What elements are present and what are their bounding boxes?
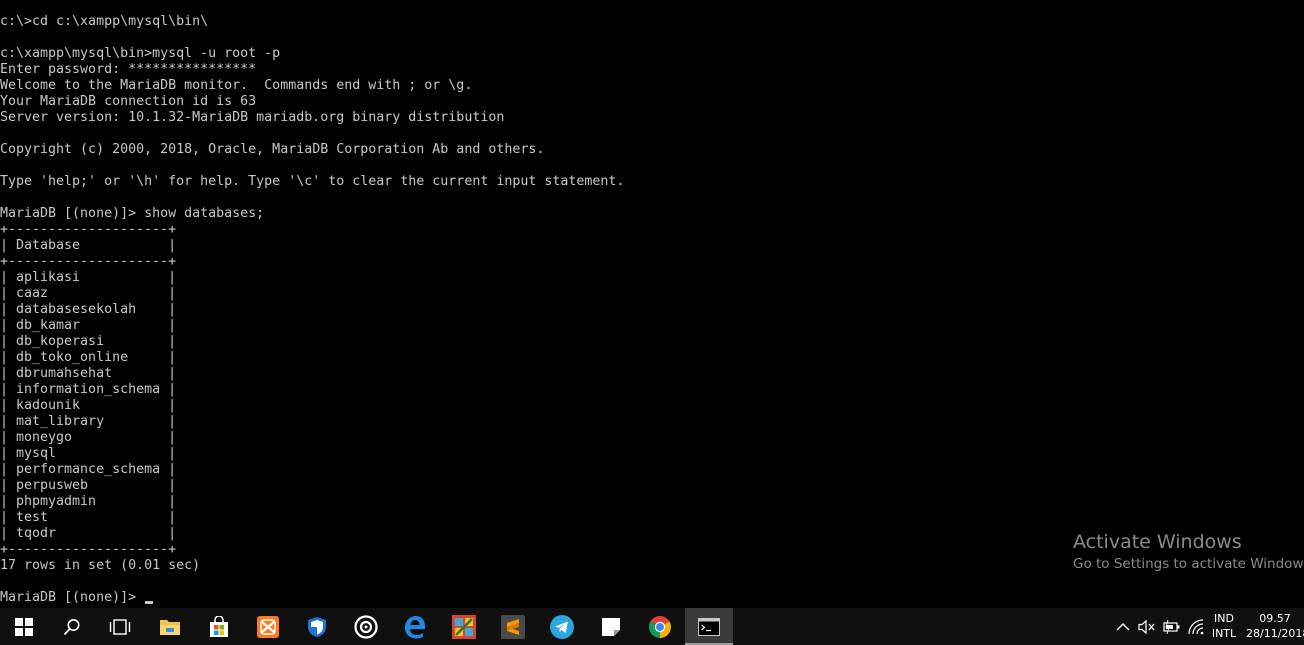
sticky-notes-button[interactable] xyxy=(587,608,635,645)
language-code: IND xyxy=(1214,612,1234,625)
console-line: | caaz | xyxy=(0,286,177,301)
watermark-subtitle: Go to Settings to activate Windows xyxy=(1073,556,1304,572)
battery-icon xyxy=(1163,619,1180,634)
console-line: Copyright (c) 2000, 2018, Oracle, MariaD… xyxy=(0,142,545,157)
console-line: | mysql | xyxy=(0,446,177,461)
console-line: MariaDB [(none)]> show databases; xyxy=(0,206,265,221)
media-player-button[interactable] xyxy=(342,608,390,645)
search-icon xyxy=(63,618,80,635)
console-line: | db_kamar | xyxy=(0,318,177,333)
taskbar: IND INTL 09.57 28/11/2018 xyxy=(0,608,1304,645)
console-line: Server version: 10.1.32-MariaDB mariadb.… xyxy=(0,110,505,125)
console-line: | Database | xyxy=(0,238,177,253)
windows-defender-button[interactable] xyxy=(293,608,341,645)
game-app-icon xyxy=(452,614,476,639)
edge-button[interactable] xyxy=(391,608,439,645)
task-view-icon xyxy=(109,618,131,635)
console-line: Your MariaDB connection id is 63 xyxy=(0,94,257,109)
console-line: 17 rows in set (0.01 sec) xyxy=(0,558,201,573)
console-line: | databasesekolah | xyxy=(0,302,177,317)
xampp-icon xyxy=(257,615,279,638)
console-line: | phpmyadmin | xyxy=(0,494,177,509)
search-button[interactable] xyxy=(48,608,96,645)
text-cursor xyxy=(145,601,154,604)
store-button[interactable] xyxy=(195,608,243,645)
speaker-muted-icon xyxy=(1138,619,1155,634)
show-hidden-icons-button[interactable] xyxy=(1112,608,1134,645)
start-windows-icon xyxy=(15,617,33,636)
chrome-icon xyxy=(649,615,671,638)
console-line: Welcome to the MariaDB monitor. Commands… xyxy=(0,78,473,93)
console-line: | tqodr | xyxy=(0,526,177,541)
command-prompt-window[interactable]: c:\>cd c:\xampp\mysql\bin\ c:\xampp\mysql… xyxy=(0,0,1304,608)
battery-button[interactable] xyxy=(1160,608,1184,645)
console-line: +--------------------+ xyxy=(0,254,177,269)
console-line: | moneygo | xyxy=(0,430,177,445)
sticky-notes-icon xyxy=(602,617,620,636)
console-prompt-line[interactable]: MariaDB [(none)]> xyxy=(0,590,624,606)
edge-icon xyxy=(405,615,425,638)
keyboard-layout: INTL xyxy=(1211,627,1237,640)
chrome-button[interactable] xyxy=(636,608,684,645)
command-prompt-button[interactable] xyxy=(685,608,733,645)
store-icon xyxy=(210,615,228,637)
game-app-button[interactable] xyxy=(440,608,488,645)
media-player-icon xyxy=(354,614,378,639)
console-line: | db_koperasi | xyxy=(0,334,177,349)
console-line: | mat_library | xyxy=(0,414,177,429)
sublime-text-button[interactable] xyxy=(489,608,537,645)
console-output: c:\>cd c:\xampp\mysql\bin\ c:\xampp\mysql… xyxy=(0,14,624,606)
telegram-button[interactable] xyxy=(538,608,586,645)
watermark-title: Activate Windows xyxy=(1073,531,1242,553)
console-line: c:\xampp\mysql\bin>mysql -u root -p xyxy=(0,46,281,61)
console-line: +--------------------+ xyxy=(0,542,177,557)
sublime-text-icon xyxy=(501,614,525,639)
console-line: | kadounik | xyxy=(0,398,177,413)
console-prompt: MariaDB [(none)]> xyxy=(0,590,145,605)
xampp-button[interactable] xyxy=(244,608,292,645)
console-line: | perpusweb | xyxy=(0,478,177,493)
console-line: | db_toko_online | xyxy=(0,350,177,365)
start-button[interactable] xyxy=(0,608,48,645)
console-line: | information_schema | xyxy=(0,382,177,397)
console-line: +--------------------+ xyxy=(0,222,177,237)
clock-time: 09.57 xyxy=(1259,612,1291,625)
console-line: | dbrumahsehat | xyxy=(0,366,177,381)
command-prompt-icon xyxy=(698,617,720,636)
network-button[interactable] xyxy=(1185,608,1207,645)
telegram-icon xyxy=(550,614,574,639)
task-view-button[interactable] xyxy=(96,608,144,645)
wifi-icon xyxy=(1188,618,1204,634)
console-line: | test | xyxy=(0,510,177,525)
input-language-indicator[interactable]: IND INTL xyxy=(1206,611,1242,641)
volume-button[interactable] xyxy=(1135,608,1159,645)
windows-defender-icon xyxy=(308,616,326,637)
activate-windows-watermark: Activate Windows Go to Settings to activ… xyxy=(1073,530,1304,574)
console-line: | aplikasi | xyxy=(0,270,177,285)
chevron-up-icon xyxy=(1116,622,1130,630)
console-line: | performance_schema | xyxy=(0,462,177,477)
clock-date: 28/11/2018 xyxy=(1246,627,1304,640)
console-line: c:\>cd c:\xampp\mysql\bin\ xyxy=(0,14,209,29)
system-clock[interactable]: 09.57 28/11/2018 xyxy=(1246,611,1304,641)
file-explorer-icon xyxy=(160,619,180,635)
console-line: Type 'help;' or '\h' for help. Type '\c'… xyxy=(0,174,625,189)
console-line: Enter password: **************** xyxy=(0,62,257,77)
file-explorer-button[interactable] xyxy=(146,608,194,645)
